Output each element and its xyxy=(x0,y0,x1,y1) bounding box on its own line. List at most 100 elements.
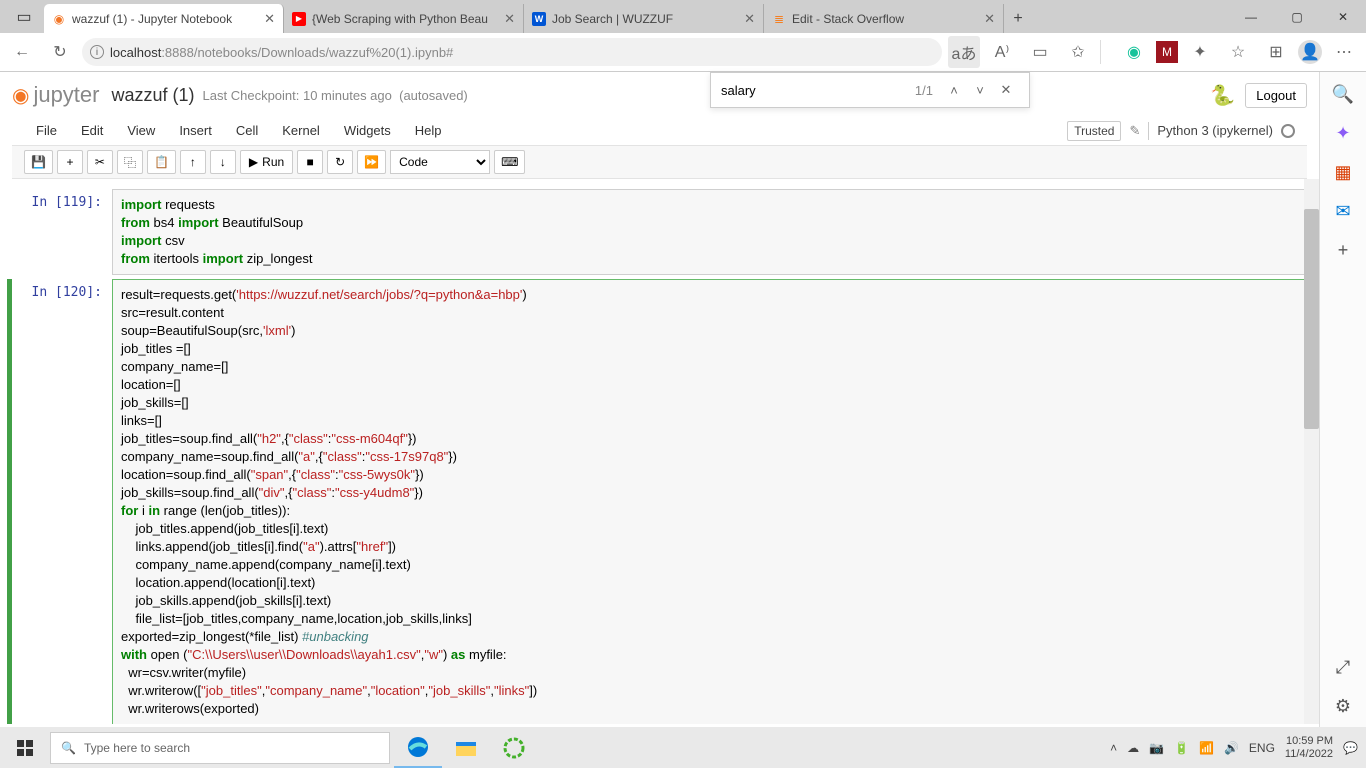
menu-view[interactable]: View xyxy=(115,116,167,146)
task-anaconda-icon[interactable] xyxy=(490,727,538,768)
read-aloud-icon[interactable]: A⁾ xyxy=(986,36,1018,68)
copy-button[interactable]: ⿻ xyxy=(117,150,143,174)
gear-icon[interactable]: ⚙ xyxy=(1335,696,1351,717)
favorites-star-icon[interactable]: ☆ xyxy=(1222,36,1254,68)
trusted-badge[interactable]: Trusted xyxy=(1067,121,1121,141)
menu-insert[interactable]: Insert xyxy=(167,116,224,146)
more-icon[interactable]: ⋯ xyxy=(1328,36,1360,68)
tray-chevron-icon[interactable]: ˄ xyxy=(1110,741,1117,755)
minimize-button[interactable]: — xyxy=(1228,0,1274,33)
menu-cell[interactable]: Cell xyxy=(224,116,270,146)
start-button[interactable] xyxy=(0,727,50,768)
clock[interactable]: 10:59 PM 11/4/2022 xyxy=(1285,735,1333,761)
close-icon[interactable]: ✕ xyxy=(984,11,995,27)
notifications-icon[interactable]: 💬 xyxy=(1343,741,1358,755)
task-explorer-icon[interactable] xyxy=(442,727,490,768)
cell-input[interactable]: result=requests.get('https://wuzzuf.net/… xyxy=(112,279,1307,724)
maximize-button[interactable]: ▢ xyxy=(1274,0,1320,33)
code-cell[interactable]: In [119]: import requests from bs4 impor… xyxy=(12,189,1307,275)
outlook-icon[interactable]: ✉ xyxy=(1335,201,1350,222)
close-icon[interactable]: ✕ xyxy=(504,11,515,27)
jupyter-logo[interactable]: ◉ jupyter xyxy=(12,82,100,108)
ext-mendeley-icon[interactable]: M xyxy=(1156,41,1178,63)
input-prompt: In [119]: xyxy=(12,189,112,275)
find-query[interactable]: salary xyxy=(721,83,756,98)
favorites-icon[interactable]: ✩ xyxy=(1062,36,1094,68)
kernel-name[interactable]: Python 3 (ipykernel) xyxy=(1157,123,1273,138)
move-up-button[interactable]: ↑ xyxy=(180,150,206,174)
move-down-button[interactable]: ↓ xyxy=(210,150,236,174)
notebook-title[interactable]: wazzuf (1) xyxy=(112,85,195,106)
interrupt-button[interactable]: ■ xyxy=(297,150,323,174)
cell-type-select[interactable]: Code xyxy=(390,150,490,174)
tabs-menu-icon[interactable]: ▭ xyxy=(4,0,44,33)
translate-icon[interactable]: aあ xyxy=(948,36,980,68)
search-icon[interactable]: 🔍 xyxy=(1332,84,1354,105)
taskbar-search[interactable]: 🔍 Type here to search xyxy=(50,732,390,764)
cell-input[interactable]: import requests from bs4 import Beautifu… xyxy=(112,189,1307,275)
page-content: ◉ jupyter wazzuf (1) Last Checkpoint: 10… xyxy=(0,72,1319,727)
menubar: File Edit View Insert Cell Kernel Widget… xyxy=(12,116,1307,146)
office-icon[interactable]: ▦ xyxy=(1334,162,1351,183)
find-close-icon[interactable]: ✕ xyxy=(993,82,1019,98)
meet-now-icon[interactable]: 📷 xyxy=(1149,741,1164,755)
find-next-icon[interactable]: ˅ xyxy=(967,83,993,98)
add-cell-button[interactable]: + xyxy=(57,150,83,174)
url-path: :8888/notebooks/Downloads/wazzuf%20(1).i… xyxy=(161,45,453,60)
edit-icon[interactable]: ✎ xyxy=(1129,123,1140,139)
language-indicator[interactable]: ENG xyxy=(1249,741,1275,755)
sparkle-icon[interactable]: ✦ xyxy=(1335,123,1350,144)
url-host: localhost xyxy=(110,45,161,60)
onedrive-icon[interactable]: ☁ xyxy=(1127,741,1139,755)
volume-icon[interactable]: 🔊 xyxy=(1224,741,1239,755)
site-info-icon[interactable]: i xyxy=(90,45,104,59)
profile-icon[interactable]: 👤 xyxy=(1298,40,1322,64)
task-edge-icon[interactable] xyxy=(394,727,442,768)
save-button[interactable]: 💾 xyxy=(24,150,53,174)
battery-icon[interactable]: 🔋 xyxy=(1174,741,1189,755)
plus-icon[interactable]: + xyxy=(1338,240,1349,261)
collections-icon[interactable]: ⊞ xyxy=(1260,36,1292,68)
back-button[interactable]: ← xyxy=(6,36,38,68)
collapse-icon[interactable]: ⤢ xyxy=(1336,657,1350,678)
extensions-icon[interactable]: ✦ xyxy=(1184,36,1216,68)
scrollbar[interactable] xyxy=(1304,179,1319,724)
tab-youtube[interactable]: ▶ {Web Scraping with Python Beau ✕ xyxy=(284,4,524,33)
wifi-icon[interactable]: 📶 xyxy=(1199,741,1214,755)
reader-icon[interactable]: ▭ xyxy=(1024,36,1056,68)
tab-wuzzuf[interactable]: W Job Search | WUZZUF ✕ xyxy=(524,4,764,33)
run-button[interactable]: ▶ Run xyxy=(240,150,293,174)
code-content[interactable]: import requests from bs4 import Beautifu… xyxy=(121,196,1298,268)
menu-widgets[interactable]: Widgets xyxy=(332,116,403,146)
menu-edit[interactable]: Edit xyxy=(69,116,115,146)
close-window-button[interactable]: ✕ xyxy=(1320,0,1366,33)
python-logo-icon: 🐍 xyxy=(1210,83,1235,108)
tab-label: Job Search | WUZZUF xyxy=(552,12,673,26)
search-placeholder: Type here to search xyxy=(84,741,190,755)
menu-kernel[interactable]: Kernel xyxy=(270,116,332,146)
refresh-button[interactable]: ↻ xyxy=(44,36,76,68)
restart-run-button[interactable]: ⏩ xyxy=(357,150,386,174)
tab-stackoverflow[interactable]: ≣ Edit - Stack Overflow ✕ xyxy=(764,4,1004,33)
kernel-indicator-icon[interactable] xyxy=(1281,124,1295,138)
code-content[interactable]: result=requests.get('https://wuzzuf.net/… xyxy=(121,286,1298,718)
tab-jupyter[interactable]: ◉ wazzuf (1) - Jupyter Notebook ✕ xyxy=(44,4,284,33)
new-tab-button[interactable]: + xyxy=(1004,5,1032,33)
paste-button[interactable]: 📋 xyxy=(147,150,176,174)
find-prev-icon[interactable]: ˄ xyxy=(941,83,967,98)
cut-button[interactable]: ✂ xyxy=(87,150,113,174)
ext-grammarly-icon[interactable]: ◉ xyxy=(1118,36,1150,68)
command-palette-button[interactable]: ⌨ xyxy=(494,150,525,174)
close-icon[interactable]: ✕ xyxy=(744,11,755,27)
close-icon[interactable]: ✕ xyxy=(264,11,275,27)
scrollbar-thumb[interactable] xyxy=(1304,209,1319,429)
code-cell-selected[interactable]: In [120]: result=requests.get('https://w… xyxy=(7,279,1307,724)
jupyter-icon: ◉ xyxy=(52,12,66,26)
menu-help[interactable]: Help xyxy=(403,116,454,146)
menu-file[interactable]: File xyxy=(24,116,69,146)
url-input[interactable]: i localhost:8888/notebooks/Downloads/waz… xyxy=(82,38,942,66)
browser-tabs: ▭ ◉ wazzuf (1) - Jupyter Notebook ✕ ▶ {W… xyxy=(0,0,1366,33)
logout-button[interactable]: Logout xyxy=(1245,83,1307,108)
restart-button[interactable]: ↻ xyxy=(327,150,353,174)
notebook-area[interactable]: In [119]: import requests from bs4 impor… xyxy=(0,179,1319,724)
